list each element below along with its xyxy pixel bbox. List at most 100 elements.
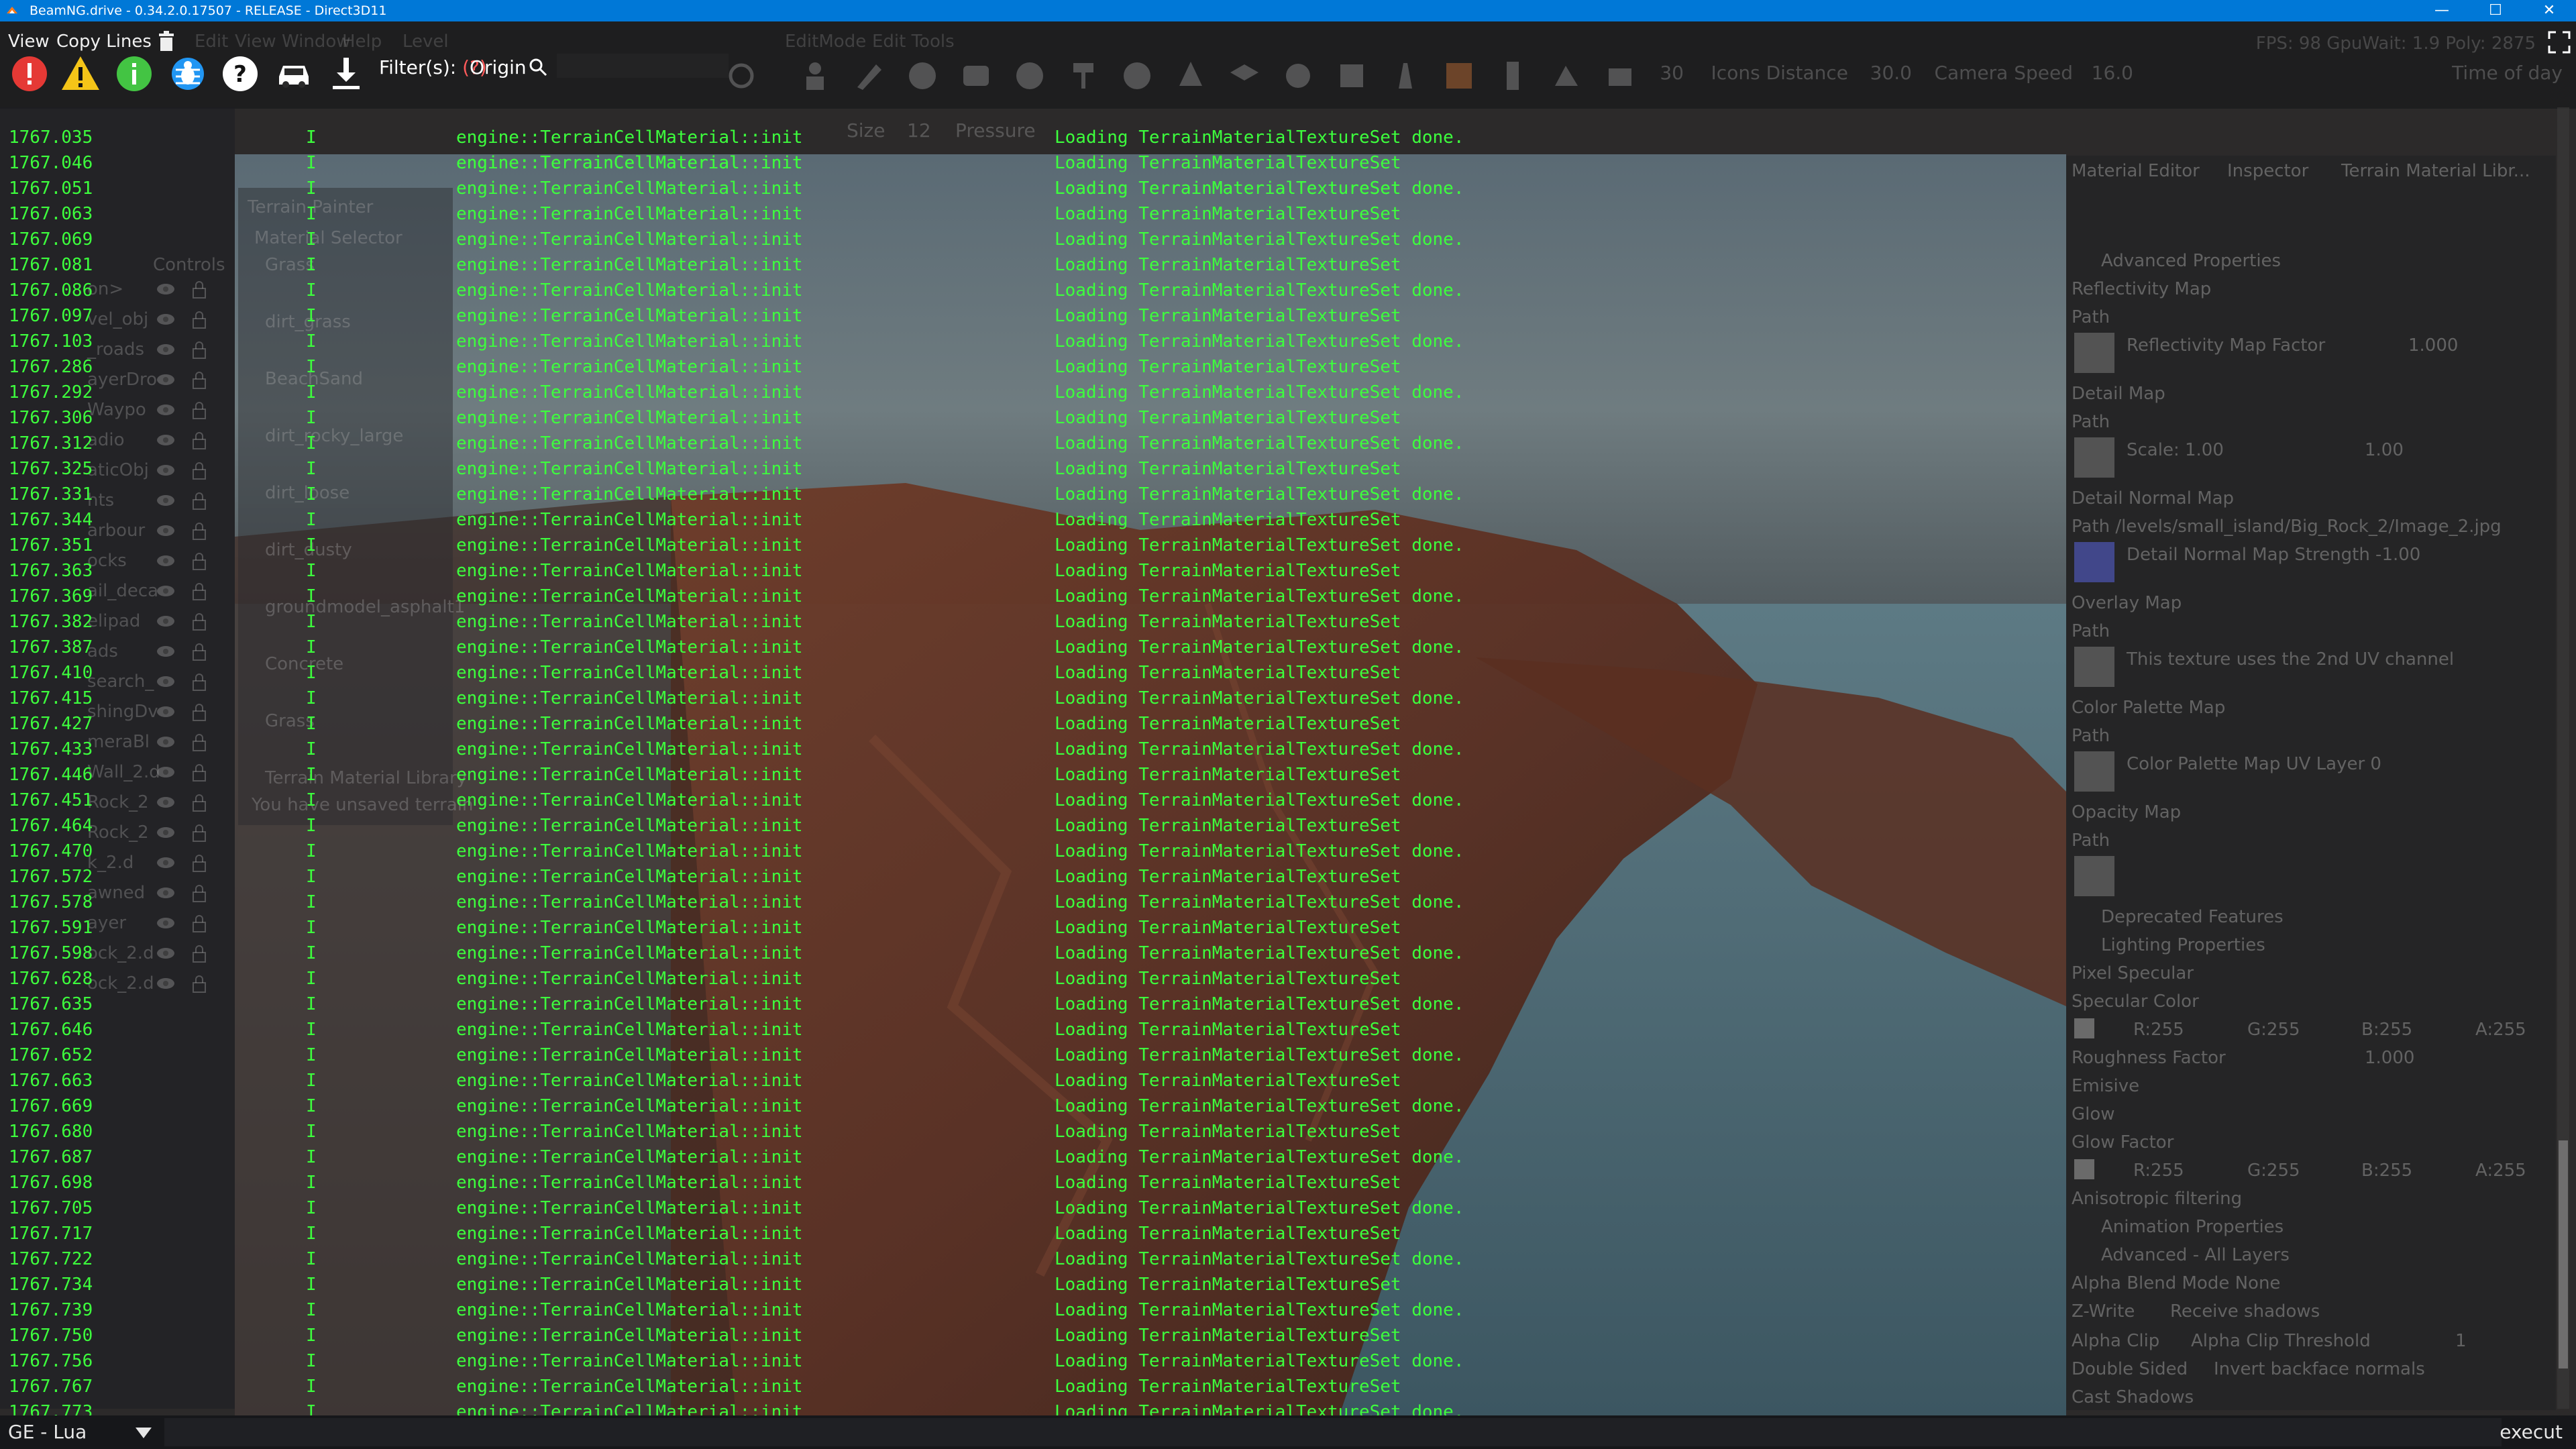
glow-color-swatch[interactable]: [2074, 1159, 2094, 1179]
camera-speed-value[interactable]: 30.0: [1870, 62, 1912, 84]
debug-filter-icon[interactable]: [168, 54, 208, 94]
execute-button[interactable]: execut: [2500, 1421, 2563, 1443]
chevron-down-icon[interactable]: [134, 1426, 153, 1440]
roughness-value[interactable]: 1.000: [2365, 1048, 2414, 1068]
console-mode-select[interactable]: GE - Lua: [8, 1421, 87, 1443]
log-level: I: [306, 1351, 317, 1371]
menu-view[interactable]: View: [8, 27, 50, 56]
glow-b[interactable]: B:255: [2361, 1161, 2412, 1181]
anisotropic-label[interactable]: Anisotropic filtering: [2072, 1189, 2242, 1209]
cast-shadows-label[interactable]: Cast Shadows: [2072, 1387, 2194, 1407]
log-source: engine::TerrainCellMaterial::init: [456, 1249, 803, 1269]
origin-filter[interactable]: Origin: [470, 56, 527, 78]
info-filter-icon[interactable]: [114, 54, 154, 94]
scale-value[interactable]: 1.00: [2365, 440, 2404, 460]
specular-b[interactable]: B:255: [2361, 1020, 2412, 1040]
log-timestamp: 1767.369: [9, 586, 93, 606]
opacity-map-label: Opacity Map: [2072, 802, 2182, 822]
detail-swatch[interactable]: [2074, 437, 2114, 478]
close-button[interactable]: ✕: [2522, 0, 2576, 21]
lighting-properties-header[interactable]: Lighting Properties: [2101, 935, 2265, 955]
error-filter-icon[interactable]: [9, 54, 50, 94]
ghost-menu-edit-tools: Edit Tools: [872, 32, 955, 52]
log-level: I: [306, 1173, 317, 1193]
animation-properties-header[interactable]: Animation Properties: [2101, 1217, 2284, 1237]
filter-search-input[interactable]: [557, 54, 729, 78]
log-source: engine::TerrainCellMaterial::init: [456, 714, 803, 734]
log-level: I: [306, 1198, 317, 1218]
invert-backface-label[interactable]: Invert backface normals: [2214, 1359, 2425, 1379]
tab-inspector[interactable]: Inspector: [2227, 161, 2308, 181]
pixel-specular-label: Pixel Specular: [2072, 963, 2194, 983]
log-timestamp: 1767.063: [9, 204, 93, 224]
overlay-swatch[interactable]: [2074, 647, 2114, 687]
log-timestamp: 1767.698: [9, 1173, 93, 1193]
color-palette-swatch[interactable]: [2074, 751, 2114, 792]
maximize-button[interactable]: ☐: [2469, 0, 2522, 21]
log-source: engine::TerrainCellMaterial::init: [456, 306, 803, 326]
log-message: Loading TerrainMaterialTextureSet: [1055, 408, 1401, 428]
log-level: I: [306, 612, 317, 632]
log-level: I: [306, 484, 317, 504]
log-source: engine::TerrainCellMaterial::init: [456, 1173, 803, 1193]
log-message: Loading TerrainMaterialTextureSet done.: [1055, 1198, 1464, 1218]
specular-a[interactable]: A:255: [2475, 1020, 2526, 1040]
specular-g[interactable]: G:255: [2247, 1020, 2300, 1040]
log-timestamp: 1767.433: [9, 739, 93, 759]
menu-copy-lines[interactable]: Copy Lines: [56, 27, 152, 56]
opacity-swatch[interactable]: [2074, 856, 2114, 896]
reflectivity-factor-value[interactable]: 1.000: [2408, 335, 2458, 356]
glow-g[interactable]: G:255: [2247, 1161, 2300, 1181]
ghost-menu-edit: Edit: [195, 32, 229, 52]
log-message: Loading TerrainMaterialTextureSet: [1055, 867, 1401, 887]
time-of-day-value[interactable]: 16.0: [2092, 62, 2133, 84]
log-level: I: [306, 331, 317, 352]
help-filter-icon[interactable]: ?: [220, 54, 260, 94]
glow-factor-label: Glow Factor: [2072, 1132, 2174, 1152]
right-panel-scrollbar[interactable]: [2557, 107, 2569, 1409]
log-source: engine::TerrainCellMaterial::init: [456, 1300, 803, 1320]
advanced-properties-header[interactable]: Advanced Properties: [2101, 251, 2281, 271]
alpha-clip-label[interactable]: Alpha Clip: [2072, 1331, 2159, 1351]
detail-normal-strength[interactable]: Detail Normal Map Strength -1.00: [2127, 545, 2420, 565]
trash-icon[interactable]: [157, 31, 176, 52]
glow-a[interactable]: A:255: [2475, 1161, 2526, 1181]
command-input[interactable]: [164, 1418, 2502, 1446]
double-sided-label[interactable]: Double Sided: [2072, 1359, 2188, 1379]
minimize-button[interactable]: —: [2415, 0, 2469, 21]
warning-filter-icon[interactable]: [60, 54, 101, 94]
log-source: engine::TerrainCellMaterial::init: [456, 943, 803, 963]
alpha-blend-mode[interactable]: Alpha Blend Mode None: [2072, 1273, 2280, 1293]
log-source: engine::TerrainCellMaterial::init: [456, 867, 803, 887]
receive-shadows-label[interactable]: Receive shadows: [2170, 1301, 2320, 1322]
tab-material-editor[interactable]: Material Editor: [2072, 161, 2200, 181]
log-timestamp: 1767.427: [9, 714, 93, 734]
log-timestamp: 1767.363: [9, 561, 93, 581]
glow-label[interactable]: Glow: [2072, 1104, 2115, 1124]
deprecated-features-header[interactable]: Deprecated Features: [2101, 907, 2284, 927]
fullscreen-icon[interactable]: [2548, 31, 2571, 54]
scale-label[interactable]: Scale: 1.00: [2127, 440, 2224, 460]
log-message: Loading TerrainMaterialTextureSet: [1055, 255, 1401, 275]
reflectivity-swatch[interactable]: [2074, 333, 2114, 373]
scrollbar-thumb[interactable]: [2559, 1140, 2568, 1368]
advanced-all-layers-header[interactable]: Advanced - All Layers: [2101, 1245, 2290, 1265]
z-write-label[interactable]: Z-Write: [2072, 1301, 2135, 1322]
log-source: engine::TerrainCellMaterial::init: [456, 204, 803, 224]
forest-icon: [1179, 62, 1202, 86]
download-filter-icon[interactable]: [326, 54, 366, 94]
log-level: I: [306, 280, 317, 301]
emissive-label[interactable]: Emisive: [2072, 1076, 2139, 1096]
log-timestamp: 1767.103: [9, 331, 93, 352]
icons-distance-value[interactable]: 30: [1660, 62, 1684, 84]
log-timestamp: 1767.578: [9, 892, 93, 912]
tab-terrain-material-library[interactable]: Terrain Material Libr...: [2341, 161, 2530, 181]
vehicle-filter-icon[interactable]: [274, 54, 314, 94]
specular-color-swatch[interactable]: [2074, 1018, 2094, 1038]
specular-r[interactable]: R:255: [2133, 1020, 2184, 1040]
alpha-clip-threshold-value[interactable]: 1: [2455, 1331, 2467, 1351]
log-level: I: [306, 1402, 317, 1415]
color-palette-uv[interactable]: Color Palette Map UV Layer 0: [2127, 754, 2381, 774]
detail-normal-swatch[interactable]: [2074, 542, 2114, 582]
glow-r[interactable]: R:255: [2133, 1161, 2184, 1181]
